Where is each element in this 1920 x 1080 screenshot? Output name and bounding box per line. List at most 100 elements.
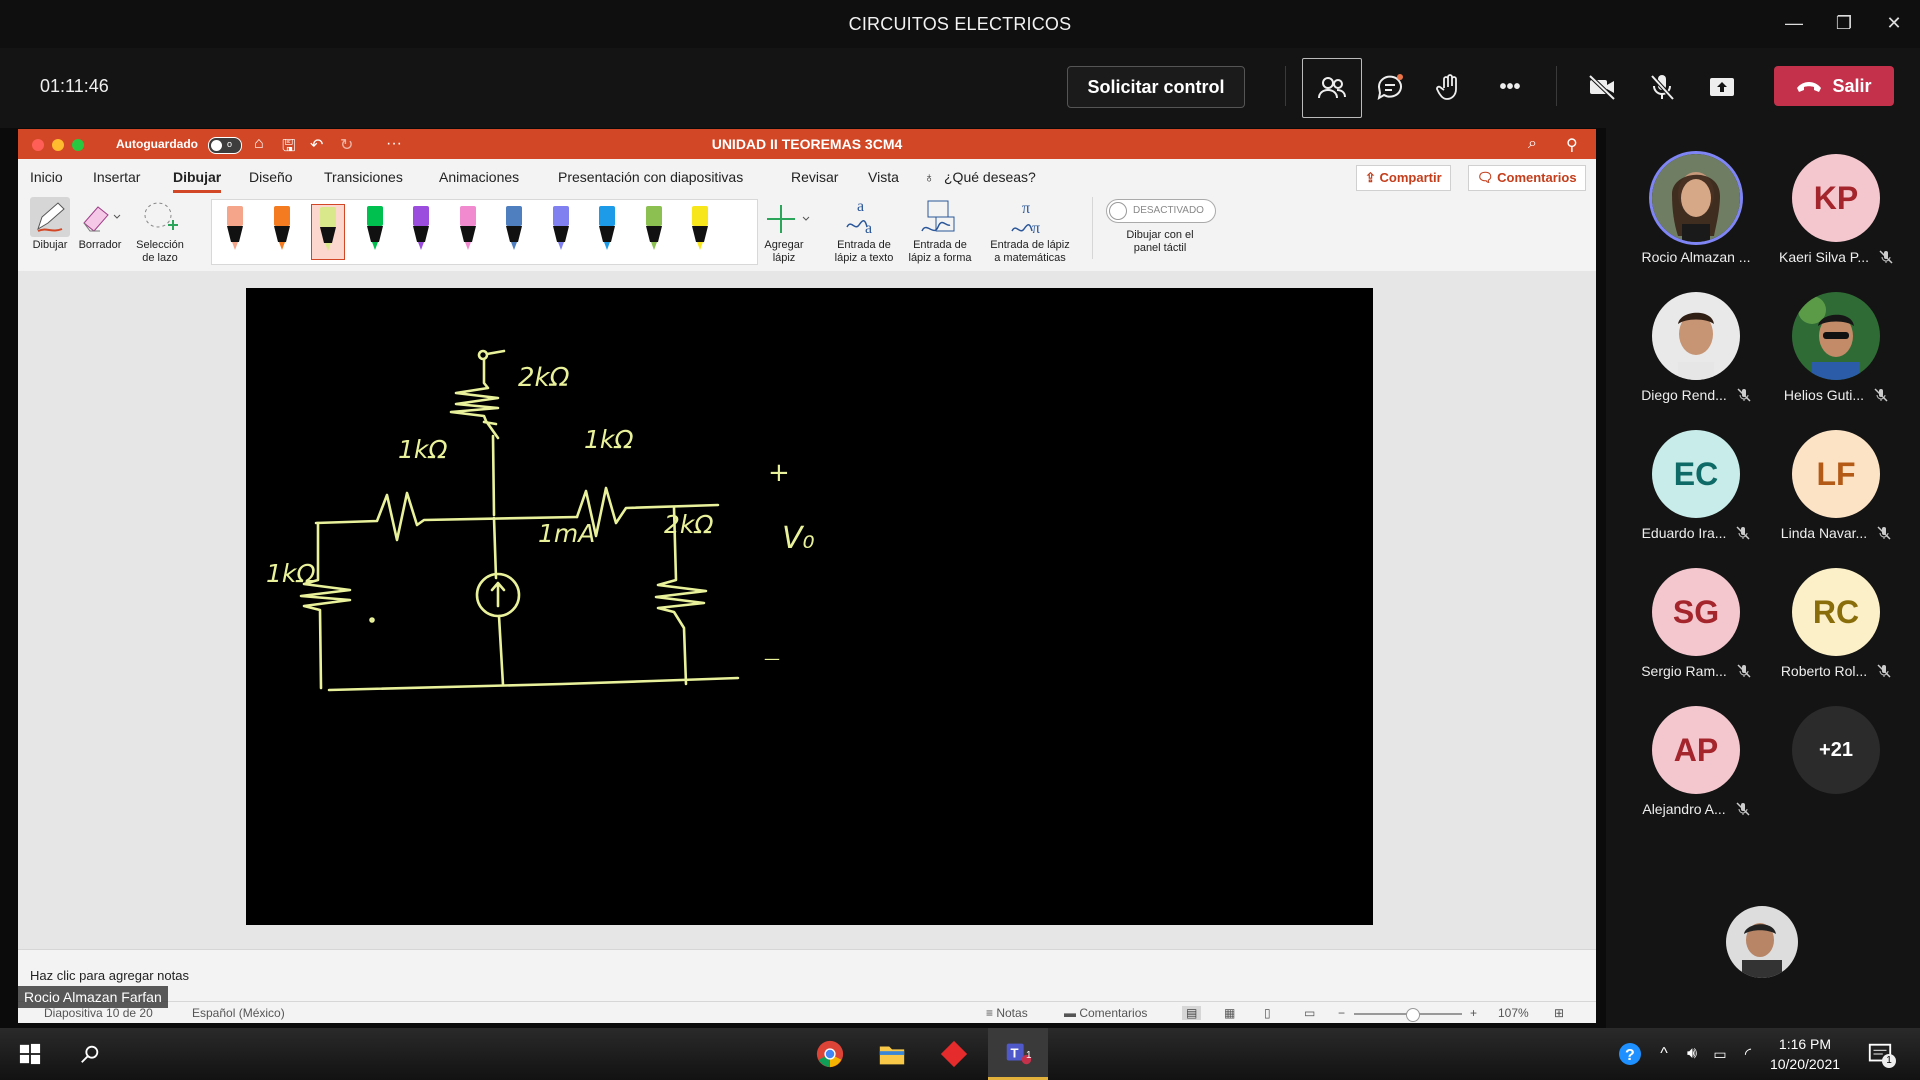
pen-swatch[interactable] <box>590 204 624 260</box>
chat-button[interactable] <box>1361 58 1419 116</box>
participant-tile[interactable]: RC Roberto Rol... <box>1766 550 1906 680</box>
plus-icon <box>767 205 810 233</box>
pen-swatch[interactable] <box>451 204 485 260</box>
draw-tool-button[interactable] <box>30 197 70 237</box>
tab-diseno[interactable]: Diseño <box>249 169 293 185</box>
participant-tile[interactable]: AP Alejandro A... <box>1626 688 1766 818</box>
muted-mic-icon <box>1736 526 1750 540</box>
chrome-taskbar-button[interactable] <box>814 1038 846 1070</box>
zoom-out-button[interactable]: − <box>1338 1006 1345 1020</box>
normal-view-icon[interactable]: ▤ <box>1182 1006 1202 1020</box>
share-person-icon[interactable]: ⚲ <box>1566 135 1578 155</box>
raise-hand-button[interactable] <box>1421 58 1479 116</box>
zoom-level[interactable]: 107% <box>1498 1006 1529 1020</box>
label-r-top: 2kΩ <box>518 363 570 393</box>
pen-draw-icon <box>37 202 65 232</box>
pen-swatch[interactable] <box>311 204 345 260</box>
tab-animaciones[interactable]: Animaciones <box>439 169 519 185</box>
ink-to-shape-button[interactable] <box>916 197 962 237</box>
ink-to-text-button[interactable]: aa <box>841 197 887 237</box>
pen-swatch[interactable] <box>218 204 252 260</box>
touchpad-draw-toggle[interactable]: DESACTIVADO <box>1106 199 1216 223</box>
draw-label: Dibujar <box>32 239 68 251</box>
tab-insertar[interactable]: Insertar <box>93 169 140 185</box>
slide-sorter-icon[interactable]: ▦ <box>1224 1006 1235 1020</box>
taskbar-clock[interactable]: 1:16 PM 10/20/2021 <box>1765 1034 1845 1074</box>
pen-swatch[interactable] <box>265 204 299 260</box>
participant-tile[interactable]: LF Linda Navar... <box>1766 412 1906 542</box>
pen-swatch[interactable] <box>404 204 438 260</box>
red-app-taskbar-button[interactable] <box>938 1038 970 1070</box>
pen-gallery <box>211 199 758 265</box>
lasso-select-button[interactable] <box>140 197 180 237</box>
search-icon[interactable]: ⌕ <box>1528 135 1537 153</box>
document-title[interactable]: UNIDAD II TEOREMAS 3CM4 <box>18 136 1596 152</box>
ink-shape-line2: lápiz a forma <box>908 252 972 264</box>
microphone-toggle-button[interactable] <box>1633 58 1691 116</box>
slideshow-icon[interactable]: ▭ <box>1304 1006 1315 1020</box>
share-button[interactable]: ⇪ Compartir <box>1356 165 1451 191</box>
zoom-in-button[interactable]: + <box>1470 1006 1477 1020</box>
teams-taskbar-button[interactable]: T 1 <box>988 1028 1048 1080</box>
ink-to-math-button[interactable]: ππ <box>1006 197 1052 237</box>
speaker-notes-pane[interactable]: Haz clic para agregar notas <box>18 949 1596 1002</box>
tab-presentacion[interactable]: Presentación con diapositivas <box>558 169 743 185</box>
eraser-button[interactable] <box>78 199 122 235</box>
add-pen-button[interactable] <box>763 199 813 239</box>
participants-gallery: Rocio Almazan ... KP Kaeri Silva P... Diego… <box>1606 128 1920 1028</box>
ink-to-text-icon: aa <box>846 198 872 237</box>
comment-icon: ▬ <box>1064 1006 1080 1020</box>
leave-meeting-button[interactable]: Salir <box>1774 66 1894 106</box>
share-screen-button[interactable] <box>1693 58 1751 116</box>
shared-powerpoint-window: Autoguardado o ⌂ 🖫 ↶ ↻ ··· UNIDAD II TEO… <box>18 129 1596 1023</box>
slide[interactable]: 2kΩ 1kΩ 1kΩ 1kΩ 2kΩ 1mA + V₀ — <box>246 288 1373 925</box>
comments-button[interactable]: 🗨 Comentarios <box>1468 165 1586 191</box>
fit-to-window-icon[interactable]: ⊞ <box>1554 1006 1564 1020</box>
help-tray-icon[interactable]: ? <box>1614 1038 1646 1070</box>
zoom-slider[interactable] <box>1354 1008 1462 1022</box>
participant-name: Helios Guti... <box>1766 387 1906 403</box>
zoom-slider-thumb[interactable] <box>1406 1008 1420 1022</box>
pen-swatch[interactable] <box>497 204 531 260</box>
pen-swatch[interactable] <box>358 204 392 260</box>
notes-toggle[interactable]: ≡ Notas <box>986 1006 1028 1020</box>
powerpoint-title-bar: Autoguardado o ⌂ 🖫 ↶ ↻ ··· UNIDAD II TEO… <box>18 129 1596 159</box>
restore-button[interactable]: ❐ <box>1824 10 1864 36</box>
participant-tile[interactable]: SG Sergio Ram... <box>1626 550 1766 680</box>
file-explorer-taskbar-button[interactable] <box>876 1038 908 1070</box>
tab-vista[interactable]: Vista <box>868 169 899 185</box>
comments-label: Comentarios <box>1497 170 1577 185</box>
participant-tile[interactable]: Diego Rend... <box>1626 274 1766 404</box>
participants-button[interactable] <box>1302 58 1362 118</box>
pen-swatch[interactable] <box>544 204 578 260</box>
more-participants-button[interactable]: +21 <box>1766 688 1906 818</box>
participant-tile[interactable]: Rocio Almazan ... <box>1626 136 1766 266</box>
pen-swatch[interactable] <box>637 204 671 260</box>
start-button[interactable] <box>14 1038 46 1070</box>
wifi-icon[interactable]: ◜ <box>1732 1038 1764 1070</box>
participant-tile[interactable]: KP Kaeri Silva P... <box>1766 136 1906 266</box>
close-window-button[interactable]: ✕ <box>1874 10 1914 36</box>
minimize-button[interactable]: — <box>1774 10 1814 36</box>
tab-revisar[interactable]: Revisar <box>791 169 838 185</box>
tab-transiciones[interactable]: Transiciones <box>324 169 403 185</box>
comments-toggle[interactable]: ▬ Comentarios <box>1064 1006 1147 1020</box>
notifications-button[interactable]: 1 <box>1864 1038 1896 1070</box>
self-video-avatar[interactable] <box>1726 906 1798 978</box>
tab-inicio[interactable]: Inicio <box>30 169 63 185</box>
participant-name-text: Roberto Rol... <box>1780 663 1868 679</box>
label-source: 1mA <box>538 519 595 548</box>
avatar: SG <box>1652 568 1740 656</box>
tab-dibujar[interactable]: Dibujar <box>173 169 222 193</box>
search-button[interactable] <box>74 1038 106 1070</box>
participant-tile[interactable]: EC Eduardo Ira... <box>1626 412 1766 542</box>
language-indicator[interactable]: Español (México) <box>192 1006 285 1020</box>
more-options-button[interactable]: ••• <box>1481 58 1539 116</box>
tell-me-search[interactable]: ¿Qué deseas? <box>944 169 1036 185</box>
participant-tile[interactable]: Helios Guti... <box>1766 274 1906 404</box>
notes-placeholder[interactable]: Haz clic para agregar notas <box>30 968 189 983</box>
reading-view-icon[interactable]: ▯ <box>1264 1006 1271 1020</box>
camera-toggle-button[interactable] <box>1573 58 1631 116</box>
request-control-button[interactable]: Solicitar control <box>1067 66 1245 108</box>
pen-swatch[interactable] <box>683 204 717 260</box>
